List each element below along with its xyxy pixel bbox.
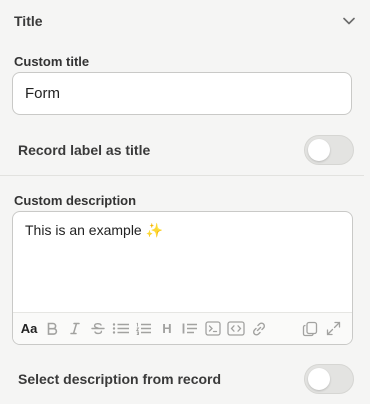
code-block-icon[interactable] [203,317,223,341]
description-text: This is an example [25,222,142,238]
toggle-knob [308,139,330,161]
record-label-toggle[interactable] [304,135,354,165]
link-icon[interactable] [249,317,269,341]
sparkles-emoji: ✨ [145,222,164,238]
custom-title-value: Form [25,85,60,102]
italic-icon[interactable] [65,317,85,341]
bold-icon[interactable] [42,317,62,341]
bullet-list-icon[interactable] [111,317,131,341]
select-description-toggle-label: Select description from record [18,371,222,387]
section-title: Title [14,13,43,29]
custom-title-input[interactable]: Form [12,72,352,115]
select-description-toggle-row: Select description from record [18,363,354,395]
select-description-toggle[interactable] [304,364,354,394]
editor-toolbar: Aa H [13,312,352,344]
copy-icon[interactable] [300,317,320,341]
numbered-list-icon[interactable] [134,317,154,341]
heading-label: H [162,321,172,336]
chevron-down-icon[interactable] [342,14,356,28]
title-section-header[interactable]: Title [14,10,356,32]
strikethrough-icon[interactable] [88,317,108,341]
description-text-area[interactable]: This is an example ✨ [13,212,352,313]
embed-icon[interactable] [226,317,246,341]
quote-icon[interactable] [180,317,200,341]
record-label-toggle-label: Record label as title [18,142,151,158]
custom-title-label: Custom title [14,54,90,69]
record-label-toggle-row: Record label as title [18,134,354,166]
toggle-knob [308,368,330,390]
divider [0,175,364,176]
title-settings-panel: Title Custom title Form Record label as … [0,0,370,404]
expand-icon[interactable] [323,317,343,341]
description-editor: This is an example ✨ Aa H [12,211,353,345]
heading-icon[interactable]: H [157,317,177,341]
text-style-button[interactable]: Aa [19,317,39,341]
custom-description-label: Custom description [14,193,137,208]
